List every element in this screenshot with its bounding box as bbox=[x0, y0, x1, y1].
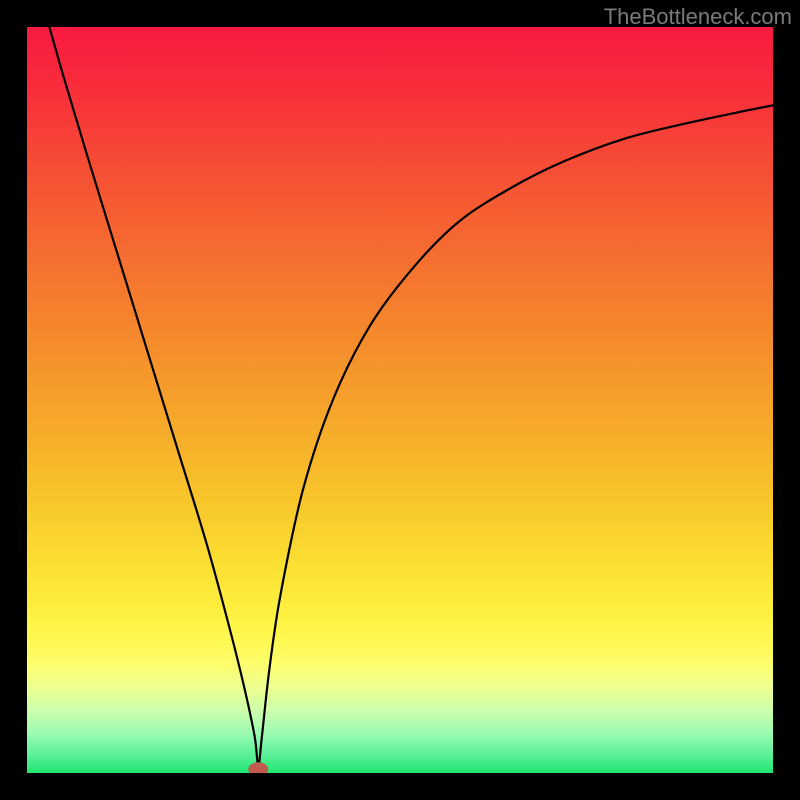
optimal-marker bbox=[248, 762, 268, 773]
bottleneck-curve bbox=[49, 27, 773, 766]
watermark-text: TheBottleneck.com bbox=[604, 4, 792, 30]
chart-container: TheBottleneck.com bbox=[0, 0, 800, 800]
plot-area bbox=[27, 27, 773, 773]
curve-layer bbox=[27, 27, 773, 773]
